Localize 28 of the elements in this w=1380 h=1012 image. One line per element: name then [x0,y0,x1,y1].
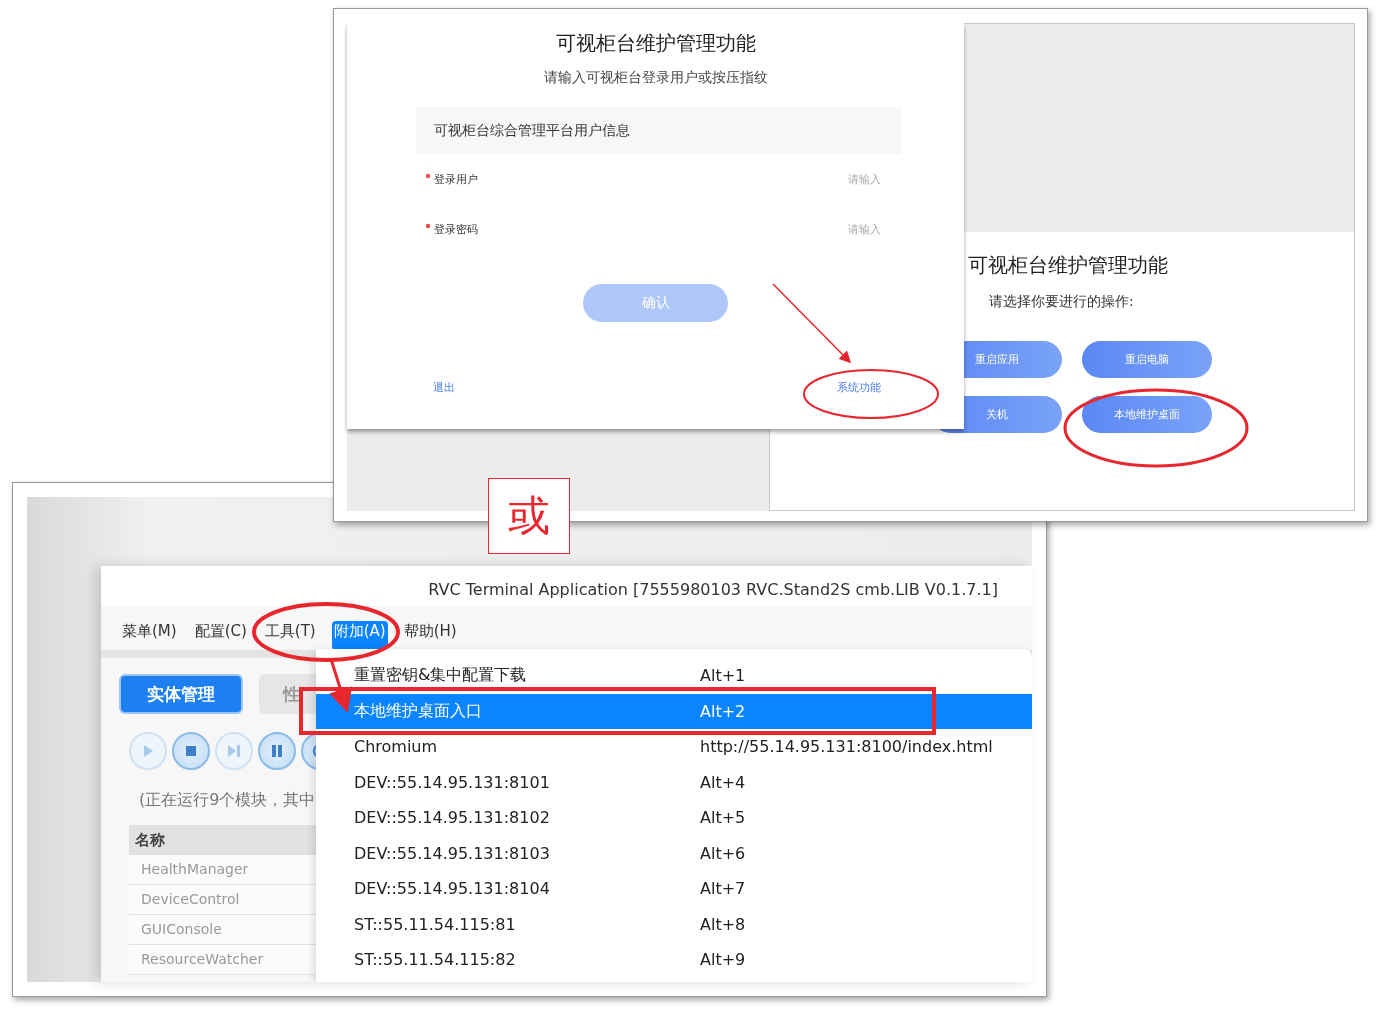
menu-item-label: DEV::55.14.95.131:8101 [354,772,551,792]
shortcut-text: Alt+2 [700,701,746,721]
menu-item-label: DEV::55.14.95.131:8103 [354,843,551,863]
field-label: 登录用户 [434,171,478,187]
subtitle: 请输入可视柜台登录用户或按压指纹 [543,69,768,87]
menu-item-label: DEV::55.14.95.131:8102 [354,808,551,828]
shortcut-text: Alt+5 [700,808,746,828]
screen-title: 可视柜台维护管理功能 [555,30,756,57]
menu-item-label: 本地维护桌面入口 [354,700,483,722]
shortcut-text: http://55.14.95.131:8100/index.html [700,737,993,757]
status-text: (正在运行9个模块，其中 [139,790,317,811]
shortcut-text: Alt+1 [700,666,746,686]
menu-item-label: ST::55.11.54.115:82 [354,950,517,970]
screen-title: 可视柜台维护管理功能 [968,252,1169,279]
section-header: 可视柜台综合管理平台用户信息 [416,107,901,154]
field-label: 登录密码 [434,221,478,237]
shortcut-text: Alt+7 [700,879,746,899]
shortcut-text: Alt+6 [700,843,746,863]
shortcut-text: Alt+4 [700,772,746,792]
or-label: 或 [488,478,570,554]
prompt-text: 请选择你要进行的操作: [989,293,1135,311]
menu-item-label: DEV::55.14.95.131:8104 [354,879,551,899]
window-title: RVC Terminal Application [7555980103 RVC.Stand2S cmb.LIB V0.1.7.1] [101,566,1032,606]
menu-item-label: ST::55.11.54.115:81 [354,914,517,934]
shortcut-text: Alt+8 [700,914,746,934]
menu-item-label: 重置密钥&集中配置下载 [354,665,528,687]
menu-item-label: Chromium [354,737,439,757]
shortcut-text: Alt+9 [700,950,746,970]
